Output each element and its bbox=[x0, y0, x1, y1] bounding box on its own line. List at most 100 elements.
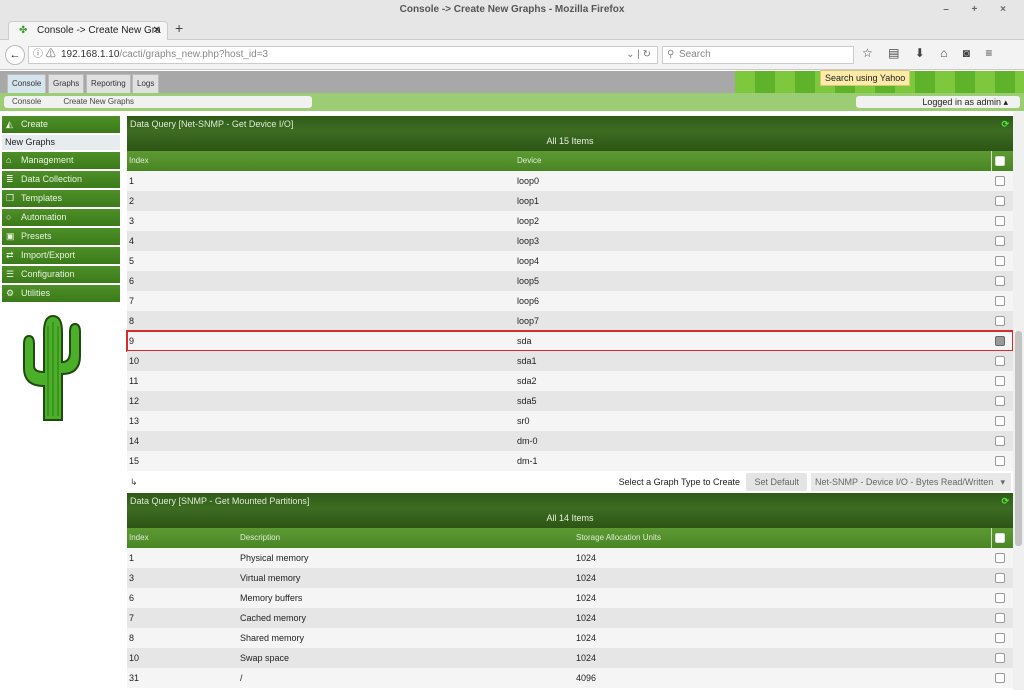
table-row[interactable]: 3 Virtual memory 1024 bbox=[127, 568, 1013, 588]
sidebar-item-new-graphs[interactable]: New Graphs bbox=[2, 135, 120, 150]
row-checkbox[interactable] bbox=[995, 456, 1005, 466]
row-checkbox[interactable] bbox=[995, 376, 1005, 386]
reading-list-icon[interactable]: ▤ bbox=[888, 46, 899, 60]
page-scrollbar[interactable] bbox=[1013, 111, 1024, 690]
breadcrumb-console[interactable]: Console bbox=[12, 97, 41, 106]
row-checkbox[interactable] bbox=[995, 673, 1005, 683]
browser-tab[interactable]: ✤ Console -> Create New Gra ✕ bbox=[8, 21, 168, 41]
search-input[interactable]: ⚲ Search bbox=[662, 46, 854, 64]
row-checkbox[interactable] bbox=[995, 633, 1005, 643]
table-row[interactable]: 6 Memory buffers 1024 bbox=[127, 588, 1013, 608]
download-icon[interactable]: ⬇ bbox=[915, 46, 925, 60]
login-text: Logged in as admin bbox=[922, 97, 1001, 107]
table-cell: 12 bbox=[129, 396, 140, 406]
graph-type-select[interactable]: Net-SNMP - Device I/O - Bytes Read/Writt… bbox=[811, 473, 1011, 491]
table-row[interactable]: 8 loop7 bbox=[127, 311, 1013, 331]
logged-in-user[interactable]: Logged in as admin ▴ bbox=[856, 96, 1020, 108]
row-checkbox[interactable] bbox=[995, 196, 1005, 206]
breadcrumb-create-new-graphs[interactable]: Create New Graphs bbox=[63, 97, 134, 106]
table-row[interactable]: 1 loop0 bbox=[127, 171, 1013, 191]
refresh-icon[interactable]: ⟳ bbox=[1001, 116, 1009, 132]
table-row[interactable]: 10 Swap space 1024 bbox=[127, 648, 1013, 668]
back-button[interactable]: ← bbox=[5, 45, 25, 65]
column-device[interactable]: Device bbox=[515, 151, 541, 171]
table-row[interactable]: 15 dm-1 bbox=[127, 451, 1013, 471]
table-cell: 6 bbox=[129, 276, 135, 286]
new-tab-button[interactable]: + bbox=[175, 20, 183, 36]
column-index[interactable]: Index bbox=[127, 151, 149, 171]
table-cell: 2 bbox=[129, 196, 135, 206]
close-tab-icon[interactable]: ✕ bbox=[153, 22, 161, 40]
row-checkbox[interactable] bbox=[995, 296, 1005, 306]
table-row[interactable]: 12 sda5 bbox=[127, 391, 1013, 411]
row-checkbox[interactable] bbox=[995, 356, 1005, 366]
url-bar[interactable]: ⓘ ⚠ 192.168.1.10/cacti/graphs_new.php?hos… bbox=[28, 46, 658, 64]
row-checkbox[interactable] bbox=[995, 216, 1005, 226]
row-checkbox[interactable] bbox=[995, 653, 1005, 663]
home-icon[interactable]: ⌂ bbox=[940, 46, 947, 60]
info-icon[interactable]: ⓘ ⚠ bbox=[33, 47, 56, 63]
tab-logs[interactable]: Logs bbox=[132, 74, 160, 93]
sidebar-item-presets[interactable]: ▣ Presets bbox=[2, 228, 120, 245]
table-row[interactable]: 11 sda2 bbox=[127, 371, 1013, 391]
table-cell: 7 bbox=[129, 296, 135, 306]
select-all-checkbox[interactable] bbox=[995, 156, 1005, 166]
sidebar-item-utilities[interactable]: ⚙ Utilities bbox=[2, 285, 120, 302]
table-row[interactable]: 13 sr0 bbox=[127, 411, 1013, 431]
column-storage-allocation-units[interactable]: Storage Allocation Units bbox=[574, 528, 661, 548]
row-checkbox[interactable] bbox=[995, 396, 1005, 406]
table-row[interactable]: 9 sda bbox=[126, 330, 1014, 352]
menu-icon[interactable]: ≡ bbox=[985, 46, 992, 60]
row-checkbox[interactable] bbox=[995, 573, 1005, 583]
table-cell: 4096 bbox=[576, 673, 597, 683]
bookmark-star-icon[interactable]: ☆ bbox=[862, 46, 873, 60]
table-cell: dm-1 bbox=[517, 456, 538, 466]
table-row[interactable]: 6 loop5 bbox=[127, 271, 1013, 291]
row-checkbox[interactable] bbox=[995, 236, 1005, 246]
row-checkbox[interactable] bbox=[995, 553, 1005, 563]
chart-area-icon: ◭ bbox=[6, 119, 13, 129]
tab-graphs[interactable]: Graphs bbox=[48, 74, 85, 93]
row-checkbox[interactable] bbox=[995, 276, 1005, 286]
row-checkbox[interactable] bbox=[995, 416, 1005, 426]
table-row[interactable]: 5 loop4 bbox=[127, 251, 1013, 271]
table-row[interactable]: 2 loop1 bbox=[127, 191, 1013, 211]
row-checkbox[interactable] bbox=[995, 316, 1005, 326]
sidebar-item-configuration[interactable]: ☰ Configuration bbox=[2, 266, 120, 283]
sidebar-item-create[interactable]: ◭ Create bbox=[2, 116, 120, 133]
pocket-icon[interactable]: ◙ bbox=[963, 46, 970, 60]
window-controls[interactable]: – + × bbox=[943, 0, 1016, 20]
set-default-button[interactable]: Set Default bbox=[746, 473, 807, 491]
table-row[interactable]: 10 sda1 bbox=[127, 351, 1013, 371]
table-row[interactable]: 7 Cached memory 1024 bbox=[127, 608, 1013, 628]
query2-count: All 14 Items bbox=[127, 509, 1013, 528]
table-row[interactable]: 4 loop3 bbox=[127, 231, 1013, 251]
tab-reporting[interactable]: Reporting bbox=[86, 74, 131, 93]
row-checkbox[interactable] bbox=[995, 336, 1005, 346]
refresh-icon[interactable]: ⟳ bbox=[1001, 493, 1009, 509]
table-row[interactable]: 31 / 4096 bbox=[127, 668, 1013, 688]
row-checkbox[interactable] bbox=[995, 256, 1005, 266]
table-row[interactable]: 1 Physical memory 1024 bbox=[127, 548, 1013, 568]
sidebar-item-import-export[interactable]: ⇄ Import/Export bbox=[2, 247, 120, 264]
sidebar-item-automation[interactable]: ○ Automation bbox=[2, 209, 120, 226]
column-index[interactable]: Index bbox=[127, 528, 149, 548]
sidebar-item-templates[interactable]: ❐ Templates bbox=[2, 190, 120, 207]
table-row[interactable]: 7 loop6 bbox=[127, 291, 1013, 311]
table-row[interactable]: 8 Shared memory 1024 bbox=[127, 628, 1013, 648]
scrollbar-thumb[interactable] bbox=[1015, 331, 1022, 546]
row-checkbox[interactable] bbox=[995, 176, 1005, 186]
table-cell: 1024 bbox=[576, 653, 597, 663]
row-checkbox[interactable] bbox=[995, 613, 1005, 623]
select-all-checkbox[interactable] bbox=[995, 533, 1005, 543]
column-description[interactable]: Description bbox=[238, 528, 280, 548]
tab-console[interactable]: Console bbox=[7, 74, 47, 93]
row-checkbox[interactable] bbox=[995, 593, 1005, 603]
sidebar-item-data-collection[interactable]: ≣ Data Collection bbox=[2, 171, 120, 188]
table-row[interactable]: 14 dm-0 bbox=[127, 431, 1013, 451]
sidebar-item-management[interactable]: ⌂ Management bbox=[2, 152, 120, 169]
table-row[interactable]: 3 loop2 bbox=[127, 211, 1013, 231]
reload-icon[interactable]: ⌄ | ↻ bbox=[626, 47, 651, 63]
row-checkbox[interactable] bbox=[995, 436, 1005, 446]
table-cell: loop1 bbox=[517, 196, 540, 206]
